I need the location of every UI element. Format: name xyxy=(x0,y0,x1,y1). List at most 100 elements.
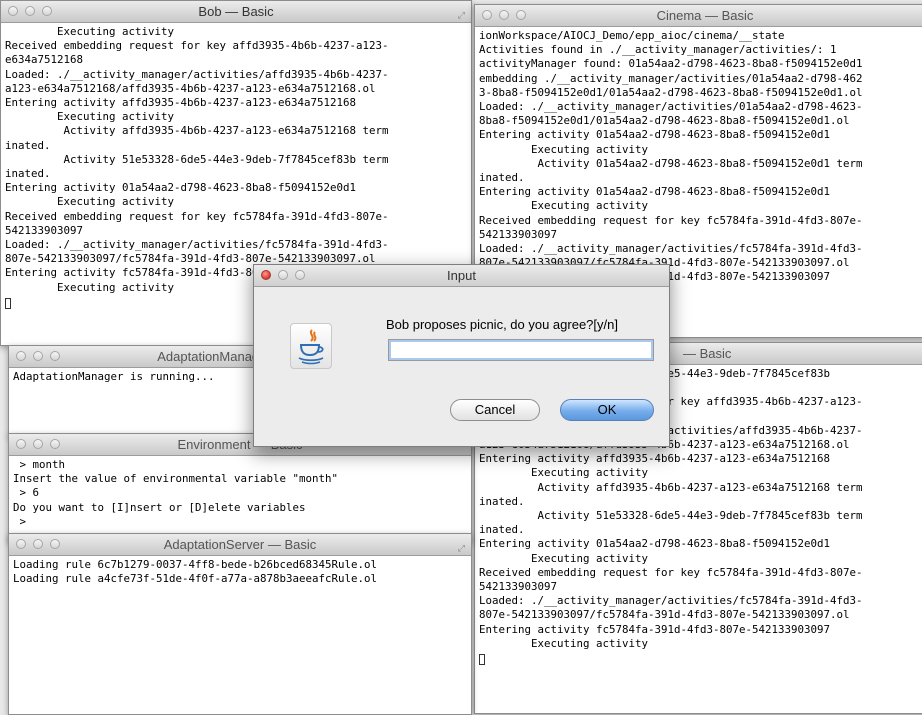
text-cursor-icon xyxy=(479,654,485,665)
minimize-button[interactable] xyxy=(499,10,509,20)
terminal-line: Received embedding request for key fc578… xyxy=(479,566,922,580)
terminal-line: Activity affd3935-4b6b-4237-a123-e634a75… xyxy=(5,124,467,138)
terminal-line: Received embedding request for key fc578… xyxy=(5,210,467,224)
terminal-line: e634a7512168 xyxy=(5,53,467,67)
terminal-line: Loading rule a4cfe73f-51de-4f0f-a77a-a87… xyxy=(13,572,467,586)
terminal-line: Activity 51e53328-6de5-44e3-9deb-7f7845c… xyxy=(5,153,467,167)
cancel-button[interactable]: Cancel xyxy=(450,399,540,421)
terminal-line: inated. xyxy=(479,495,922,509)
terminal-line: inated. xyxy=(479,171,922,185)
close-button[interactable] xyxy=(16,351,26,361)
terminal-line: > 6 xyxy=(13,486,467,500)
close-button[interactable] xyxy=(8,6,18,16)
window-title: Cinema — Basic xyxy=(657,8,754,23)
window-controls xyxy=(8,6,52,16)
terminal-line: Entering activity affd3935-4b6b-4237-a12… xyxy=(479,452,922,466)
terminal-output[interactable]: > monthInsert the value of environmental… xyxy=(9,456,471,531)
bob-title-bar[interactable]: Bob — Basic ⤢ xyxy=(1,1,471,23)
zoom-button[interactable] xyxy=(42,6,52,16)
zoom-button[interactable] xyxy=(50,439,60,449)
terminal-output[interactable]: Loading rule 6c7b1279-0037-4ff8-bede-b26… xyxy=(9,556,471,588)
window-title: Bob — Basic xyxy=(198,4,273,19)
zoom-button[interactable] xyxy=(295,270,305,280)
terminal-line: inated. xyxy=(5,139,467,153)
terminal-line: > month xyxy=(13,458,467,472)
terminal-line: 542133903097 xyxy=(479,580,922,594)
terminal-line: Received embedding request for key fc578… xyxy=(479,214,922,228)
minimize-button[interactable] xyxy=(25,6,35,16)
terminal-line: 542133903097 xyxy=(479,228,922,242)
terminal-line: Loaded: ./__activity_manager/activities/… xyxy=(5,238,467,252)
close-button[interactable] xyxy=(482,10,492,20)
minimize-button[interactable] xyxy=(33,439,43,449)
terminal-line: a123-e634a7512168/affd3935-4b6b-4237-a12… xyxy=(5,82,467,96)
minimize-button[interactable] xyxy=(278,270,288,280)
window-controls xyxy=(16,439,60,449)
terminal-line: Do you want to [I]nsert or [D]elete vari… xyxy=(13,501,467,515)
terminal-line: Loaded: ./__activity_manager/activities/… xyxy=(479,242,922,256)
terminal-line: activityManager found: 01a54aa2-d798-462… xyxy=(479,57,922,71)
terminal-line: Executing activity xyxy=(479,637,922,651)
terminal-line: Received embedding request for key affd3… xyxy=(5,39,467,53)
terminal-line: Executing activity xyxy=(479,466,922,480)
terminal-line: Executing activity xyxy=(5,25,467,39)
zoom-button[interactable] xyxy=(516,10,526,20)
terminal-line: inated. xyxy=(5,167,467,181)
terminal-line: Entering activity 01a54aa2-d798-4623-8ba… xyxy=(479,537,922,551)
terminal-line: 3-8ba8-f5094152e0d1/01a54aa2-d798-4623-8… xyxy=(479,86,922,100)
terminal-output[interactable]: Executing activityReceived embedding req… xyxy=(1,23,471,297)
close-button[interactable] xyxy=(16,539,26,549)
terminal-line: Activities found in ./__activity_manager… xyxy=(479,43,922,57)
cinema-title-bar[interactable]: Cinema — Basic ⤢ xyxy=(475,5,922,27)
window-controls xyxy=(482,10,526,20)
window-controls xyxy=(16,539,60,549)
ok-button[interactable]: OK xyxy=(560,399,654,421)
adaptation-server-title-bar[interactable]: AdaptationServer — Basic ⤢ xyxy=(9,534,471,556)
terminal-line: Loaded: ./__activity_manager/activities/… xyxy=(479,594,922,608)
terminal-output[interactable]: ionWorkspace/AIOCJ_Demo/epp_aioc/cinema/… xyxy=(475,27,922,287)
terminal-line: Activity affd3935-4b6b-4237-a123-e634a75… xyxy=(479,481,922,495)
text-cursor-icon xyxy=(5,298,11,309)
terminal-line: Loaded: ./__activity_manager/activities/… xyxy=(479,100,922,114)
fullscreen-icon[interactable]: ⤢ xyxy=(458,538,465,559)
terminal-line: embedding ./__activity_manager/activitie… xyxy=(479,72,922,86)
dialog-title-bar[interactable]: Input xyxy=(254,265,669,287)
window-title: — Basic xyxy=(683,343,731,364)
minimize-button[interactable] xyxy=(33,351,43,361)
minimize-button[interactable] xyxy=(33,539,43,549)
dialog-title: Input xyxy=(447,268,476,283)
zoom-button[interactable] xyxy=(50,539,60,549)
terminal-line: Executing activity xyxy=(479,552,922,566)
terminal-line: 807e-542133903097/fc5784fa-391d-4fd3-807… xyxy=(479,608,922,622)
terminal-line: ionWorkspace/AIOCJ_Demo/epp_aioc/cinema/… xyxy=(479,29,922,43)
terminal-line: Executing activity xyxy=(5,110,467,124)
fullscreen-icon[interactable]: ⤢ xyxy=(458,5,465,26)
terminal-line: Activity 51e53328-6de5-44e3-9deb-7f7845c… xyxy=(479,509,922,523)
terminal-line: Activity 01a54aa2-d798-4623-8ba8-f509415… xyxy=(479,157,922,171)
terminal-line: 542133903097 xyxy=(5,224,467,238)
terminal-line: Entering activity 01a54aa2-d798-4623-8ba… xyxy=(479,185,922,199)
terminal-line: Entering activity fc5784fa-391d-4fd3-807… xyxy=(479,623,922,637)
environment-window[interactable]: Environment — Basic > monthInsert the va… xyxy=(8,433,472,543)
terminal-line: Entering activity 01a54aa2-d798-4623-8ba… xyxy=(5,181,467,195)
terminal-line: 8ba8-f5094152e0d1/01a54aa2-d798-4623-8ba… xyxy=(479,114,922,128)
close-button[interactable] xyxy=(261,270,271,280)
window-controls xyxy=(16,351,60,361)
input-dialog[interactable]: Input Bob proposes picnic, do you agree?… xyxy=(253,264,670,447)
terminal-line: inated. xyxy=(479,523,922,537)
terminal-line: Loading rule 6c7b1279-0037-4ff8-bede-b26… xyxy=(13,558,467,572)
answer-input[interactable] xyxy=(388,339,654,361)
terminal-line: Executing activity xyxy=(479,199,922,213)
terminal-line: Executing activity xyxy=(479,143,922,157)
window-title: AdaptationServer — Basic xyxy=(164,537,316,552)
terminal-line: Entering activity 01a54aa2-d798-4623-8ba… xyxy=(479,128,922,142)
terminal-line: Entering activity affd3935-4b6b-4237-a12… xyxy=(5,96,467,110)
window-controls xyxy=(261,270,305,280)
terminal-line: Executing activity xyxy=(5,195,467,209)
zoom-button[interactable] xyxy=(50,351,60,361)
java-coffee-cup-icon xyxy=(290,323,332,369)
adaptation-server-window[interactable]: AdaptationServer — Basic ⤢ Loading rule … xyxy=(8,533,472,715)
terminal-line: Loaded: ./__activity_manager/activities/… xyxy=(5,68,467,82)
terminal-line: > xyxy=(13,515,467,529)
close-button[interactable] xyxy=(16,439,26,449)
